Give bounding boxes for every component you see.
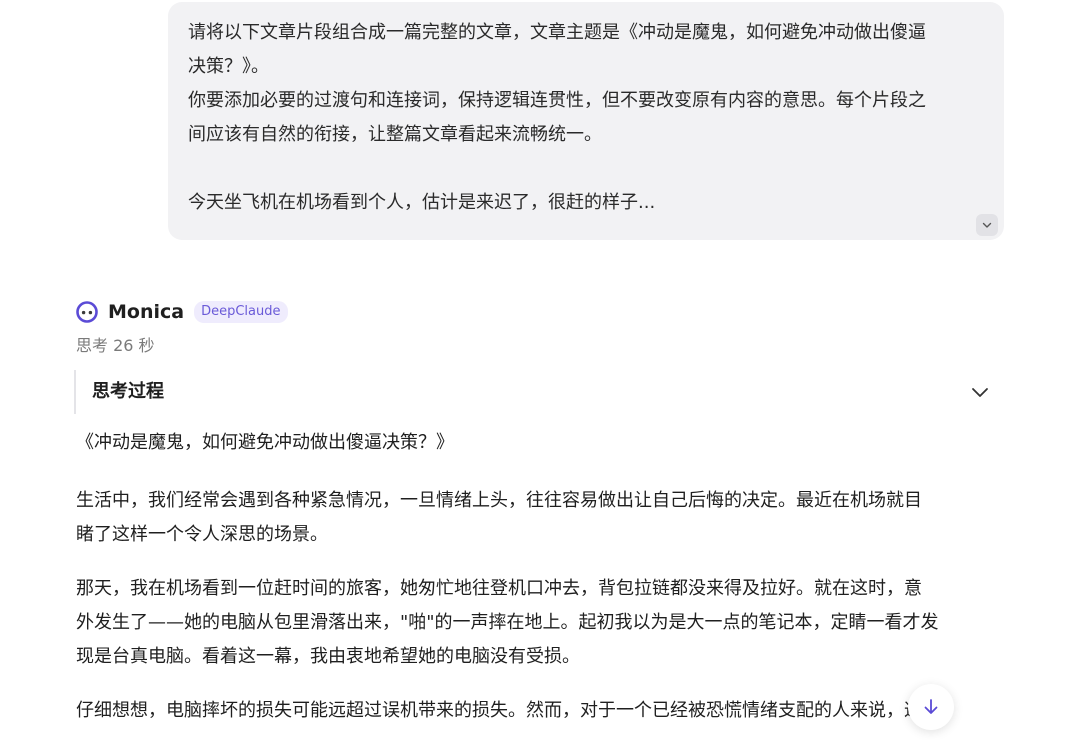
answer-line: 睹了这样一个令人深思的场景。 [76, 524, 328, 545]
user-message-bubble: 请将以下文章片段组合成一篇完整的文章，文章主题是《冲动是魔鬼，如何避免冲动做出傻… [168, 2, 1004, 240]
answer-paragraph: 那天，我在机场看到一位赶时间的旅客，她匆忙地往登机口冲去，背包拉链都没来得及拉好… [76, 572, 1006, 674]
scroll-to-bottom-button[interactable] [908, 684, 954, 730]
monica-avatar-icon [76, 301, 98, 323]
assistant-header: Monica DeepClaude [76, 298, 288, 326]
arrow-down-icon [924, 699, 938, 714]
answer-title: 《冲动是魔鬼，如何避免冲动做出傻逼决策？》 [76, 432, 454, 453]
answer-line: 现是台真电脑。看着这一幕，我由衷地希望她的电脑没有受损。 [76, 646, 580, 667]
chevron-down-icon [982, 222, 992, 228]
user-message-gap [188, 152, 984, 186]
user-message-line: 你要添加必要的过渡句和连接词，保持逻辑连贯性，但不要改变原有内容的意思。每个片段… [188, 90, 926, 111]
chevron-down-icon[interactable] [970, 382, 990, 402]
user-message-line: 今天坐飞机在机场看到个人，估计是来迟了，很赶的样子... [188, 192, 656, 213]
thinking-process-title: 思考过程 [92, 381, 164, 402]
answer-line: 那天，我在机场看到一位赶时间的旅客，她匆忙地往登机口冲去，背包拉链都没来得及拉好… [76, 578, 922, 599]
think-time: 思考 26 秒 [76, 336, 155, 355]
model-badge: DeepClaude [194, 301, 288, 323]
assistant-name: Monica [108, 301, 185, 323]
expand-message-button[interactable] [976, 214, 998, 236]
thinking-process-toggle[interactable]: 思考过程 [74, 370, 1000, 414]
user-message-line: 间应该有自然的衔接，让整篇文章看起来流畅统一。 [188, 124, 602, 145]
answer-paragraph: 仔细想想，电脑摔坏的损失可能远超过误机带来的损失。然而，对于一个已经被恐慌情绪支… [76, 694, 1006, 728]
user-message-line: 决策？》。 [188, 56, 269, 77]
user-message-line: 请将以下文章片段组合成一篇完整的文章，文章主题是《冲动是魔鬼，如何避免冲动做出傻… [188, 22, 926, 43]
assistant-answer: 《冲动是魔鬼，如何避免冲动做出傻逼决策？》 生活中，我们经常会遇到各种紧急情况，… [76, 426, 1006, 728]
answer-line: 外发生了——她的电脑从包里滑落出来，"啪"的一声摔在地上。起初我以为是大一点的笔… [76, 612, 939, 633]
answer-line: 仔细想想，电脑摔坏的损失可能远超过误机带来的损失。然而，对于一个已经被恐慌情绪支… [76, 700, 922, 721]
answer-line: 生活中，我们经常会遇到各种紧急情况，一旦情绪上头，往往容易做出让自己后悔的决定。… [76, 490, 922, 511]
answer-paragraph: 生活中，我们经常会遇到各种紧急情况，一旦情绪上头，往往容易做出让自己后悔的决定。… [76, 484, 1006, 552]
